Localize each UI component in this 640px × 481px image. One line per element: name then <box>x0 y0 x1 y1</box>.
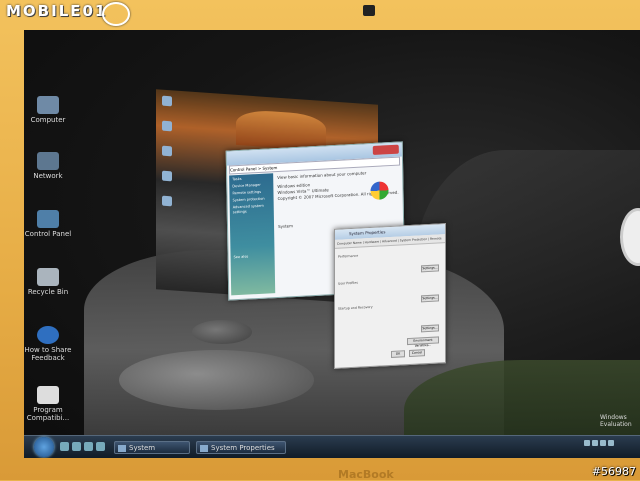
taskbar-button-system-properties[interactable]: System Properties <box>196 441 286 454</box>
tab-hardware[interactable]: Hardware <box>365 240 379 245</box>
help-icon <box>37 326 59 344</box>
cancel-button[interactable]: Cancel <box>409 349 425 358</box>
section-performance: Performance <box>338 253 359 259</box>
window-controls[interactable] <box>372 144 399 155</box>
tab-system-protection[interactable]: System Protection <box>400 237 427 242</box>
profiles-settings-button[interactable]: Settings... <box>421 294 439 303</box>
startup-settings-button[interactable]: Settings... <box>421 324 439 333</box>
desktop-screen: Windows Evaluation Computer Network Cont… <box>24 30 640 458</box>
webcam <box>363 5 375 16</box>
control-panel-icon <box>37 210 59 228</box>
volume-tray-icon <box>592 440 598 446</box>
taskbar: System System Properties <box>24 435 640 458</box>
environment-variables-button[interactable]: Environment Variables... <box>407 336 439 348</box>
brand-text: MOBILE01 <box>6 2 108 20</box>
desktop-icon-computer[interactable]: Computer <box>24 96 78 124</box>
preview-icons <box>160 95 176 237</box>
task-device-manager[interactable]: Device Manager <box>232 182 270 189</box>
macbook-label: MacBook <box>338 468 394 481</box>
tab-computer-name[interactable]: Computer Name <box>337 240 362 245</box>
network-tray-icon <box>584 440 590 446</box>
desktop-icon-network[interactable]: Network <box>24 152 78 180</box>
see-also-heading: See also <box>233 254 249 260</box>
tasks-heading: Tasks <box>232 176 242 182</box>
desktop-icon-feedback[interactable]: How to Share Feedback <box>24 326 78 362</box>
windows-evaluation-watermark: Windows Evaluation <box>600 414 632 428</box>
switch-windows-icon[interactable] <box>72 442 81 451</box>
security-tray-icon <box>600 440 606 446</box>
mobile01-logo: MOBILE01 <box>6 2 130 26</box>
laptop-bezel: MOBILE01 Windows Evaluation Computer Net… <box>0 0 640 481</box>
tasks-pane: Tasks Device Manager Remote settings Sys… <box>229 173 276 296</box>
tab-remote[interactable]: Remote <box>430 236 442 241</box>
quicklaunch-icon[interactable] <box>96 442 105 451</box>
preview-mountain <box>236 108 326 152</box>
wallpaper-stone <box>119 350 314 410</box>
show-desktop-icon[interactable] <box>60 442 69 451</box>
section-user-profiles: User Profiles <box>338 280 358 286</box>
power-tray-icon <box>608 440 614 446</box>
desktop-icon-program-compat[interactable]: Program Compatibi... <box>24 386 78 422</box>
brand-circle-icon <box>102 2 130 26</box>
photo-tag: #56987 <box>591 465 636 478</box>
task-advanced-settings[interactable]: Advanced system settings <box>233 203 271 215</box>
system-properties-icon <box>200 445 208 452</box>
desktop-icon-control-panel[interactable]: Control Panel <box>24 210 78 238</box>
task-system-protection[interactable]: System protection <box>233 196 271 203</box>
recycle-bin-icon <box>37 268 59 286</box>
system-properties-dialog[interactable]: System Properties Computer Name | Hardwa… <box>334 223 446 369</box>
document-icon <box>37 386 59 404</box>
computer-icon <box>37 96 59 114</box>
system-window-icon <box>118 445 126 452</box>
desktop-icon-recycle-bin[interactable]: Recycle Bin <box>24 268 78 296</box>
performance-settings-button[interactable]: Settings... <box>421 264 439 273</box>
ie-icon[interactable] <box>84 442 93 451</box>
task-remote-settings[interactable]: Remote settings <box>232 189 270 196</box>
section-startup-recovery: Startup and Recovery <box>338 304 373 311</box>
network-icon <box>37 152 59 170</box>
notification-tray[interactable] <box>584 440 636 455</box>
ok-button[interactable]: OK <box>391 350 405 358</box>
tab-advanced[interactable]: Advanced <box>382 239 397 244</box>
wallpaper-stone <box>192 320 252 344</box>
taskbar-button-system[interactable]: System <box>114 441 190 454</box>
start-orb-icon[interactable] <box>34 437 54 457</box>
